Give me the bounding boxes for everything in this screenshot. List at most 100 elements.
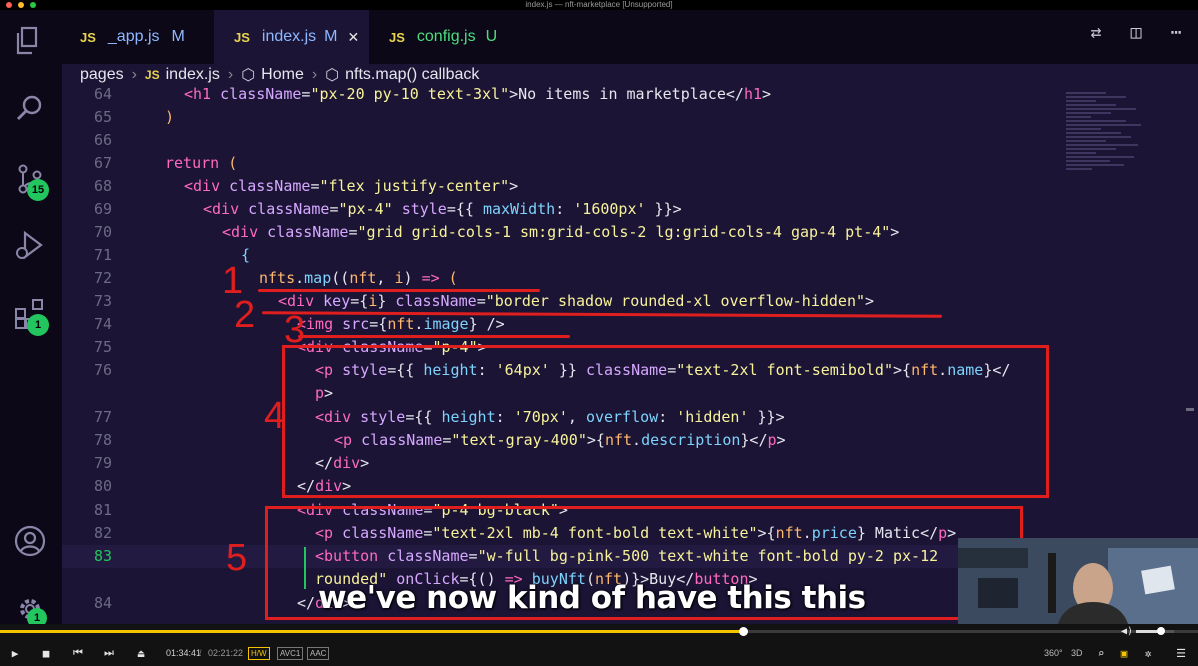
line-number: 72 bbox=[93, 269, 112, 287]
compare-changes-icon[interactable]: ⇄ bbox=[1084, 22, 1108, 43]
code-line: 74 <img src={nft.image} /> bbox=[62, 313, 1198, 336]
line-number: 65 bbox=[93, 108, 112, 126]
total-time: 02:21:22 bbox=[208, 648, 244, 658]
more-actions-icon[interactable]: ⋯ bbox=[1164, 22, 1188, 43]
breadcrumb-folder[interactable]: pages bbox=[80, 66, 124, 84]
split-editor-icon[interactable]: ◫ bbox=[1124, 22, 1148, 43]
tab-status: M bbox=[171, 28, 185, 45]
tab-app-js[interactable]: JS _app.js M bbox=[62, 10, 214, 64]
line-number: 81 bbox=[93, 501, 112, 519]
line-number: 80 bbox=[93, 477, 112, 495]
breadcrumb-symbol-home[interactable]: Home bbox=[261, 66, 304, 84]
symbol-cube-icon: ⬡ bbox=[241, 67, 256, 84]
tab-label: index.js bbox=[261, 28, 317, 45]
time-separator: / bbox=[199, 648, 202, 658]
activity-bar: 15 1 1 bbox=[0, 10, 62, 628]
js-file-icon: JS bbox=[144, 68, 160, 82]
extensions-badge: 1 bbox=[27, 314, 49, 336]
line-number: 66 bbox=[93, 131, 112, 149]
line-number: 69 bbox=[93, 200, 112, 218]
video-codec-badge: AVC1 bbox=[277, 646, 304, 660]
breadcrumb-symbol-callback[interactable]: nfts.map() callback bbox=[345, 66, 479, 84]
360-toggle[interactable]: 360° bbox=[1044, 645, 1063, 661]
annotation-number: 3 bbox=[284, 309, 306, 351]
volume-handle[interactable] bbox=[1156, 627, 1165, 635]
line-number: 79 bbox=[93, 454, 112, 472]
account-icon[interactable] bbox=[13, 524, 47, 558]
line-number: 70 bbox=[93, 223, 112, 241]
editor-tabbar: JS _app.js M JS index.js M ✕ JS config.j… bbox=[62, 10, 1198, 64]
hw-badge[interactable]: H/W bbox=[248, 646, 270, 660]
tab-status: U bbox=[485, 28, 498, 45]
volume-icon[interactable]: ◀) bbox=[1118, 622, 1136, 640]
js-file-icon: JS bbox=[389, 29, 405, 45]
3d-toggle[interactable]: 3D bbox=[1071, 645, 1083, 661]
previous-icon[interactable]: ⏮ bbox=[69, 644, 87, 662]
next-icon[interactable]: ⏭ bbox=[100, 644, 118, 662]
tab-config-js[interactable]: JS config.js U bbox=[369, 10, 524, 64]
line-number: 78 bbox=[93, 431, 112, 449]
minimap[interactable] bbox=[1066, 90, 1146, 230]
settings-icon[interactable]: ✲ bbox=[1139, 644, 1157, 662]
js-file-icon: JS bbox=[80, 29, 96, 45]
line-number: 75 bbox=[93, 338, 112, 356]
line-number: 64 bbox=[93, 86, 112, 103]
seek-bar[interactable] bbox=[0, 627, 1198, 636]
annotation-number: 5 bbox=[226, 537, 248, 579]
symbol-cube-icon: ⬡ bbox=[325, 67, 340, 84]
search-icon[interactable] bbox=[13, 92, 47, 126]
code-text: <div className="grid grid-cols-1 sm:grid… bbox=[222, 223, 900, 241]
close-tab-icon[interactable]: ✕ bbox=[347, 29, 359, 46]
explorer-icon[interactable] bbox=[13, 24, 47, 58]
line-number: 73 bbox=[93, 292, 112, 310]
code-text: <img src={nft.image} /> bbox=[297, 315, 505, 333]
editor-actions: ⇄ ◫ ⋯ bbox=[1084, 22, 1188, 43]
subtitle-toggle-icon[interactable]: ▣ bbox=[1115, 644, 1133, 662]
annotation-number: 2 bbox=[234, 294, 256, 336]
menu-icon[interactable]: ☰ bbox=[1172, 644, 1190, 662]
tab-label: config.js bbox=[416, 28, 476, 45]
line-number: 82 bbox=[93, 524, 112, 542]
stop-icon[interactable]: ■ bbox=[37, 644, 55, 662]
volume-slider[interactable] bbox=[1136, 627, 1174, 635]
code-text: <h1 className="px-20 py-10 text-3xl">No … bbox=[184, 86, 772, 103]
line-number: 67 bbox=[93, 154, 112, 172]
line-number: 77 bbox=[93, 408, 112, 426]
run-debug-icon[interactable] bbox=[13, 228, 47, 262]
line-number: 83 bbox=[93, 547, 112, 565]
tab-index-js[interactable]: JS index.js M ✕ bbox=[214, 10, 369, 64]
code-text: ) bbox=[165, 108, 175, 126]
tab-status: M bbox=[324, 28, 338, 45]
js-file-icon: JS bbox=[234, 29, 250, 45]
code-line: 70 <div className="grid grid-cols-1 sm:g… bbox=[62, 221, 1198, 244]
code-line: 64 <h1 className="px-20 py-10 text-3xl">… bbox=[62, 86, 1198, 106]
window-titlebar: index.js — nft-marketplace [Unsupported] bbox=[0, 0, 1198, 10]
line-number: 76 bbox=[93, 361, 112, 379]
tab-label: _app.js bbox=[107, 28, 160, 45]
seek-bar-handle[interactable] bbox=[738, 627, 748, 636]
annotation-underline bbox=[298, 335, 570, 338]
chevron-right-icon: › bbox=[131, 66, 137, 83]
play-icon[interactable]: ▶ bbox=[6, 644, 24, 662]
line-number: 71 bbox=[93, 246, 112, 264]
annotation-underline bbox=[258, 289, 540, 292]
annotation-box bbox=[282, 345, 1049, 498]
code-text: return ( bbox=[165, 154, 238, 172]
zoom-icon[interactable]: ⌕ bbox=[1092, 644, 1110, 662]
code-line: 69 <div className="px-4" style={{ maxWid… bbox=[62, 198, 1198, 221]
line-number: 84 bbox=[93, 594, 112, 612]
video-subtitle: we've now kind of have this this bbox=[318, 580, 866, 616]
breadcrumb-file[interactable]: index.js bbox=[166, 66, 220, 84]
eject-icon[interactable]: ⏏ bbox=[132, 644, 150, 662]
code-text: <div className="px-4" style={{ maxWidth:… bbox=[203, 200, 682, 218]
code-text: <div key={i} className="border shadow ro… bbox=[278, 292, 875, 310]
code-line: 66 bbox=[62, 129, 1198, 152]
elapsed-time: 01:34:41 bbox=[166, 648, 202, 658]
code-text: <div className="flex justify-center"> bbox=[184, 177, 519, 195]
code-line: 68 <div className="flex justify-center"> bbox=[62, 175, 1198, 198]
code-line: 67 return ( bbox=[62, 152, 1198, 175]
code-text: nfts.map((nft, i) => ( bbox=[259, 269, 458, 287]
scm-badge: 15 bbox=[27, 179, 49, 201]
webcam-overlay bbox=[958, 538, 1198, 624]
audio-codec-badge: AAC bbox=[307, 646, 330, 660]
